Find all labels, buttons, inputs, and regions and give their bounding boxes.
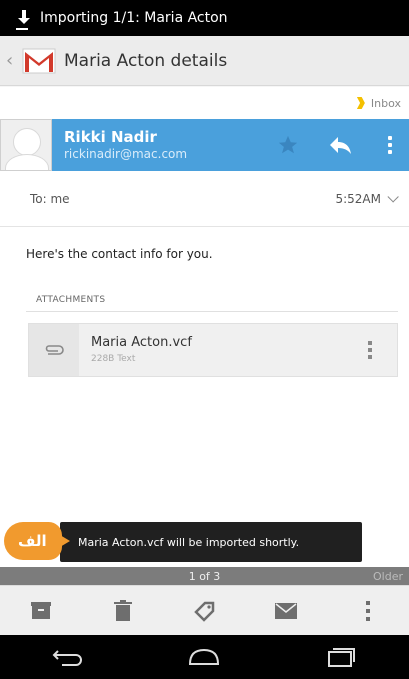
avatar[interactable] — [0, 119, 52, 171]
message-content: Inbox Rikki Nadir rickinadir@mac.com To:… — [0, 87, 409, 567]
sender-info: Rikki Nadir rickinadir@mac.com — [64, 128, 275, 162]
delete-icon[interactable] — [107, 595, 139, 627]
archive-icon[interactable] — [25, 595, 57, 627]
attachment-info: Maria Acton.vcf 228B Text — [91, 334, 365, 366]
pager-position: 1 of 3 — [188, 569, 221, 583]
sender-name: Rikki Nadir — [64, 128, 157, 146]
message-body: Here's the contact info for you. — [26, 247, 213, 261]
recents-icon[interactable] — [319, 643, 363, 671]
attachment-card[interactable]: Maria Acton.vcf 228B Text — [28, 323, 398, 377]
label-inbox[interactable]: Inbox — [371, 97, 401, 110]
message-overflow-icon[interactable] — [385, 132, 395, 158]
recipients-text: To: me — [30, 191, 70, 206]
back-icon[interactable] — [46, 643, 90, 671]
pager-bar: 1 of 3 Older — [0, 567, 409, 585]
paperclip-icon — [29, 324, 79, 376]
chevron-down-icon[interactable] — [387, 190, 399, 203]
attachment-meta: 228B Text — [91, 354, 136, 364]
reply-icon[interactable] — [327, 132, 353, 158]
status-bar: Importing 1/1: Maria Acton — [0, 0, 409, 36]
attachment-overflow-icon[interactable] — [365, 337, 375, 363]
time-details[interactable]: 5:52AM — [335, 190, 399, 206]
toast: Maria Acton.vcf will be imported shortly… — [60, 522, 362, 562]
label-icon[interactable] — [188, 595, 220, 627]
attachments-header: ATTACHMENTS — [36, 295, 106, 305]
attachment-name: Maria Acton.vcf — [91, 335, 192, 350]
action-bar: ‹ Maria Acton details — [0, 36, 409, 86]
download-base — [16, 28, 28, 30]
navigation-bar — [0, 635, 409, 679]
back-caret-icon[interactable]: ‹ — [6, 50, 18, 71]
action-title: Maria Acton details — [64, 50, 228, 71]
download-icon — [16, 8, 32, 28]
recipients-row[interactable]: To: me 5:52AM — [0, 171, 409, 227]
label-tag-icon — [356, 97, 365, 109]
star-icon[interactable] — [275, 132, 301, 158]
label-row: Inbox — [0, 87, 409, 119]
status-notification: Importing 1/1: Maria Acton — [40, 10, 228, 26]
annotation-badge: الف — [4, 522, 70, 560]
older-button[interactable]: Older — [373, 570, 403, 583]
screen: Importing 1/1: Maria Acton ‹ Maria Acton… — [0, 0, 409, 679]
divider — [26, 311, 398, 312]
sender-email: rickinadir@mac.com — [64, 147, 188, 161]
sender-header[interactable]: Rikki Nadir rickinadir@mac.com — [0, 119, 409, 171]
mark-unread-icon[interactable] — [270, 595, 302, 627]
message-time: 5:52AM — [335, 191, 381, 206]
bottom-toolbar — [0, 585, 409, 635]
gmail-logo-icon[interactable] — [22, 48, 56, 74]
home-icon[interactable] — [182, 643, 226, 671]
overflow-icon[interactable] — [352, 595, 384, 627]
